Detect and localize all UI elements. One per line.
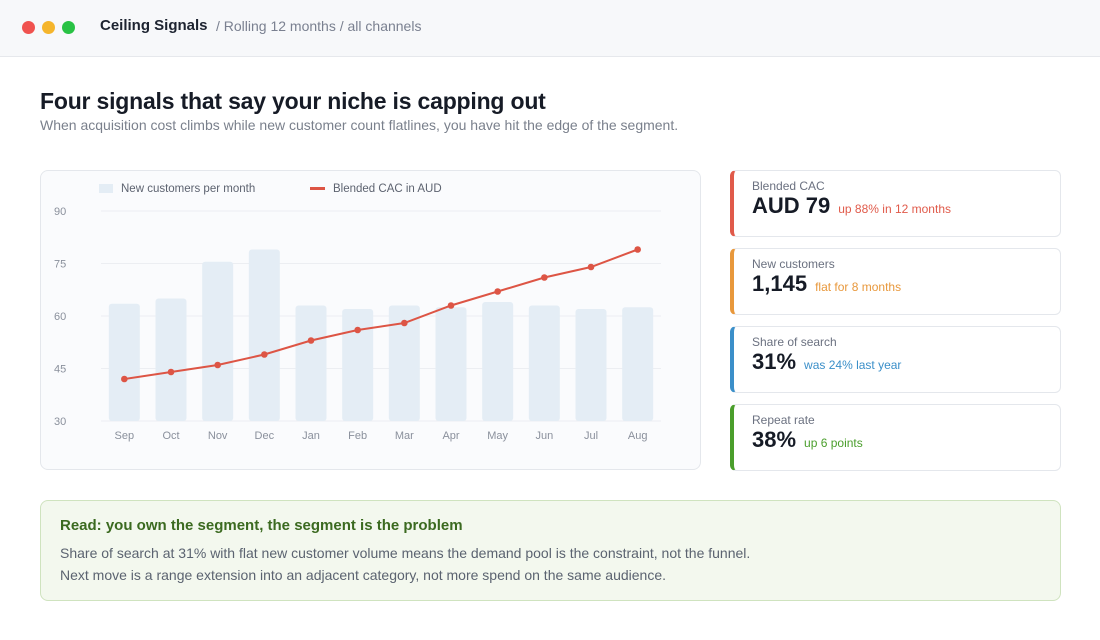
bar-new-customers [575,309,607,421]
app-title: Ceiling Signals [100,17,208,34]
x-tick-label: Feb [348,430,367,442]
insight-panel: Read: you own the segment, the segment i… [40,500,1061,601]
x-tick-label: Jul [584,430,598,442]
stat-card-share-of-search: Share of search 31% was 24% last year [730,326,1061,393]
line-blended-cac [124,248,639,380]
legend-swatch-bar [99,184,113,193]
point-blended-cac [587,263,595,271]
minimize-window-button[interactable] [42,21,55,34]
stat-note: flat for 8 months [815,280,902,294]
insight-title: Read: you own the segment, the segment i… [60,517,463,534]
bar-new-customers [295,305,327,421]
stat-value: 38% [752,427,797,452]
bar-new-customers [248,249,280,421]
y-tick-label: 60 [54,311,66,323]
stat-value: 1,145 [752,271,808,296]
breadcrumb: / Rolling 12 months / all channels [216,18,422,34]
stat-label: Repeat rate [752,413,815,427]
y-tick-label: 30 [54,416,66,428]
stat-value: 31% [752,349,797,374]
stat-note: was 24% last year [804,358,902,372]
legend-swatch-line [310,187,325,190]
chart-card: 30 45 60 75 90 Sep Oct Nov Dec Jan Feb Mar Apr May Jun… [40,170,701,470]
bar-new-customers [528,305,560,421]
bar-new-customers [482,302,514,421]
point-blended-cac [261,351,268,358]
y-tick-label: 45 [54,364,66,376]
x-tick-label: Sep [115,430,135,442]
point-blended-cac [354,326,361,334]
x-tick-label: Mar [395,430,414,442]
x-tick-label: Jan [302,430,320,442]
point-blended-cac [494,288,501,295]
stat-label: New customers [752,257,835,271]
point-blended-cac [121,375,128,383]
bar-new-customers [435,307,467,421]
stat-label: Share of search [752,335,837,349]
close-window-button[interactable] [22,21,35,34]
point-blended-cac [447,302,455,309]
point-blended-cac [307,337,315,344]
page-title: Four signals that say your niche is capp… [40,88,546,114]
y-tick-label: 75 [54,259,66,271]
x-tick-label: Jun [535,430,553,442]
point-blended-cac [634,246,641,253]
point-blended-cac [541,274,548,281]
insight-line-2: Next move is a range extension into an a… [60,567,666,583]
point-blended-cac [167,368,175,376]
point-blended-cac [214,361,221,369]
y-tick-label: 90 [54,206,66,218]
legend-label-bar: New customers per month [121,183,255,195]
stat-label: Blended CAC [752,179,825,193]
x-tick-label: May [487,430,508,442]
stat-note: up 88% in 12 months [838,202,951,216]
stat-value: AUD 79 [752,193,831,218]
point-blended-cac [401,319,408,327]
x-tick-label: Oct [162,430,179,442]
combo-chart: 30 45 60 75 90 Sep Oct Nov Dec Jan Feb Mar Apr May Jun… [54,183,661,442]
bar-new-customers [342,309,374,421]
bar-new-customers [155,298,187,421]
x-tick-label: Apr [442,430,459,442]
legend-label-line: Blended CAC in AUD [333,183,442,195]
x-tick-label: Nov [208,430,228,442]
x-tick-label: Aug [628,430,648,442]
stat-card-new-customers: New customers 1,145 flat for 8 months [730,248,1061,315]
stat-card-repeat-rate: Repeat rate 38% up 6 points [730,404,1061,471]
page-subtitle: When acquisition cost climbs while new c… [40,117,679,133]
stat-note: up 6 points [804,436,863,450]
title-bar: Ceiling Signals / Rolling 12 months / al… [0,0,1100,57]
x-tick-label: Dec [255,430,275,442]
bar-new-customers [108,303,140,421]
bar-new-customers [202,261,234,421]
insight-line-1: Share of search at 31% with flat new cus… [60,545,751,561]
bar-new-customers [622,307,654,421]
maximize-window-button[interactable] [62,21,75,34]
stat-card-blended-cac: Blended CAC AUD 79 up 88% in 12 months [730,170,1061,237]
